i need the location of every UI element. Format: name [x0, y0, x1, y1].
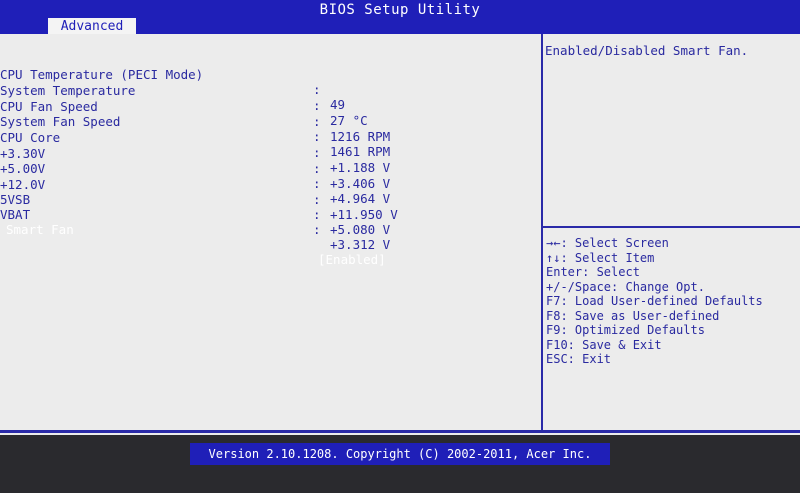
setting-value: +3.312 V	[330, 237, 391, 252]
key-hint: +/-/Space: Change Opt.	[546, 279, 705, 294]
key-hint: F10: Save & Exit	[546, 337, 662, 352]
key-hint: ↑↓: Select Item	[546, 250, 655, 265]
footer-version: Version 2.10.1208. Copyright (C) 2002-20…	[190, 443, 610, 465]
key-hint: F7: Load User-defined Defaults	[546, 294, 763, 308]
bottom-border	[0, 430, 800, 433]
setting-separator: :	[313, 145, 321, 160]
key-hint: F8: Save as User-defined	[546, 308, 720, 323]
setting-label: CPU Temperature (PECI Mode)	[0, 67, 204, 82]
setting-separator: :	[313, 192, 321, 207]
setting-5vsb: 5VSB : +5.080 V	[0, 177, 390, 237]
setting-separator: :	[313, 207, 321, 222]
setting-separator: :	[313, 129, 321, 144]
setting-cpu-core: CPU Core : +1.188 V	[0, 115, 390, 175]
help-separator	[541, 226, 800, 228]
setting-5v: +5.00V : +4.964 V	[0, 146, 390, 206]
setting-separator: :	[313, 176, 321, 191]
key-legend: →←: Select Screen ↑↓: Select Item Enter:…	[546, 236, 763, 367]
setting-value: 27 °C	[330, 113, 368, 128]
setting-system-temperature: System Temperature : 27 °C	[0, 68, 368, 128]
vertical-divider	[541, 34, 543, 432]
help-text: Enabled/Disabled Smart Fan.	[545, 43, 749, 58]
setting-value: 1216 RPM	[330, 129, 391, 144]
setting-value: 49	[330, 97, 346, 112]
setting-value: +4.964 V	[330, 191, 391, 206]
setting-separator: :	[313, 82, 321, 97]
setting-smart-fan[interactable]: Smart Fan [Enabled]	[6, 207, 386, 267]
key-hint: Enter: Select	[546, 265, 640, 279]
setting-value: +3.406 V	[330, 176, 391, 191]
setting-vbat: VBAT : +3.312 V	[0, 192, 390, 252]
setting-cpu-fan-speed: CPU Fan Speed : 1216 RPM	[0, 84, 390, 144]
key-hint: F9: Optimized Defaults	[546, 323, 705, 337]
key-hint: ESC: Exit	[546, 352, 612, 366]
setting-value: 1461 RPM	[330, 144, 391, 159]
setting-separator: :	[313, 98, 321, 113]
title-bar: BIOS Setup Utility Advanced	[0, 0, 800, 36]
smart-fan-value[interactable]: [Enabled]	[318, 252, 386, 267]
setting-value: +5.080 V	[330, 222, 391, 237]
setting-separator: :	[313, 222, 321, 237]
window-title: BIOS Setup Utility	[319, 2, 481, 18]
setting-12v: +12.0V : +11.950 V	[0, 162, 398, 222]
setting-value: +1.188 V	[330, 160, 391, 175]
setting-system-fan-speed: System Fan Speed : 1461 RPM	[0, 99, 390, 159]
setting-label: Smart Fan	[6, 222, 74, 237]
setting-value: +11.950 V	[330, 207, 398, 222]
key-hint: →←: Select Screen	[546, 236, 669, 250]
setting-separator: :	[313, 114, 321, 129]
setting-separator: :	[313, 161, 321, 176]
setting-cpu-temperature: CPU Temperature (PECI Mode) : 49	[0, 52, 345, 112]
setting-3v3: +3.30V : +3.406 V	[0, 131, 390, 191]
